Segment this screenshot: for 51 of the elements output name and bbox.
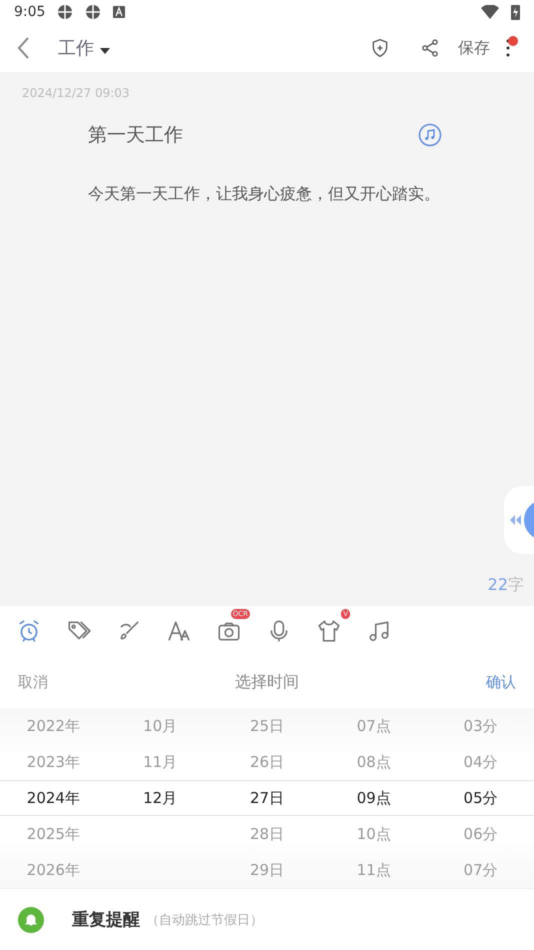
picker-option[interactable]: 2023年 [26,752,80,772]
app-notification-icon [85,4,102,20]
picker-option[interactable]: 2022年 [26,716,80,736]
note-title[interactable]: 第一天工作 [88,122,183,148]
picker-option[interactable]: 29日 [250,860,284,880]
collapse-arrows-icon [510,515,522,525]
picker-option[interactable]: 10月 [143,716,178,736]
save-button[interactable]: 保存 [458,38,490,58]
picker-option[interactable]: 11月 [143,752,178,772]
repeat-reminder-hint: （自动跳过节假日） [146,912,263,928]
word-count-unit: 字 [508,575,524,596]
picker-option[interactable]: 06分 [464,824,498,844]
side-panel-handle[interactable] [504,486,534,554]
battery-charging-icon [511,4,520,20]
share-icon[interactable] [420,38,440,58]
word-count: 22 [488,575,508,596]
picker-option[interactable]: 28日 [250,824,284,844]
repeat-reminder-label[interactable]: 重复提醒 [72,908,140,931]
confirm-button[interactable]: 确认 [486,672,516,692]
picker-option[interactable]: 05分 [464,788,498,808]
folder-dropdown[interactable]: 工作 [58,36,110,60]
bell-icon [18,906,44,932]
handle-knob-icon [524,500,534,540]
shirt-icon[interactable] [316,618,342,644]
picker-option[interactable]: 04分 [464,752,498,772]
picker-option[interactable]: 2025年 [26,824,80,844]
picker-option[interactable]: 25日 [250,716,284,736]
picker-option[interactable]: 27日 [250,788,284,808]
note-date: 2024/12/27 09:03 [22,86,131,100]
music-note-icon[interactable] [418,123,442,147]
picker-option[interactable]: 10点 [356,824,391,844]
picker-option[interactable]: 2024年 [26,788,80,808]
app-notification-icon [57,4,74,20]
keyboard-notification-icon [113,6,126,18]
shield-plus-icon[interactable] [370,38,390,58]
wifi-icon [481,5,499,19]
picker-option[interactable]: 03分 [464,716,498,736]
cancel-button[interactable]: 取消 [18,672,48,692]
picker-option[interactable]: 07分 [464,860,498,880]
back-icon[interactable] [16,36,30,60]
picker-option[interactable]: 07点 [356,716,391,736]
picker-option[interactable]: 12月 [143,788,178,808]
status-time: 9:05 [14,4,46,20]
picker-option[interactable]: 2026年 [26,860,80,880]
picker-option[interactable]: 26日 [250,752,284,772]
note-body[interactable]: 今天第一天工作，让我身心疲惫，但又开心踏实。 [88,178,452,210]
caret-icon [100,48,110,54]
picker-title: 选择时间 [235,672,299,692]
picker-option[interactable]: 08点 [356,752,391,772]
picker-option[interactable]: 09点 [356,788,391,808]
picker-option[interactable]: 11点 [356,860,391,880]
